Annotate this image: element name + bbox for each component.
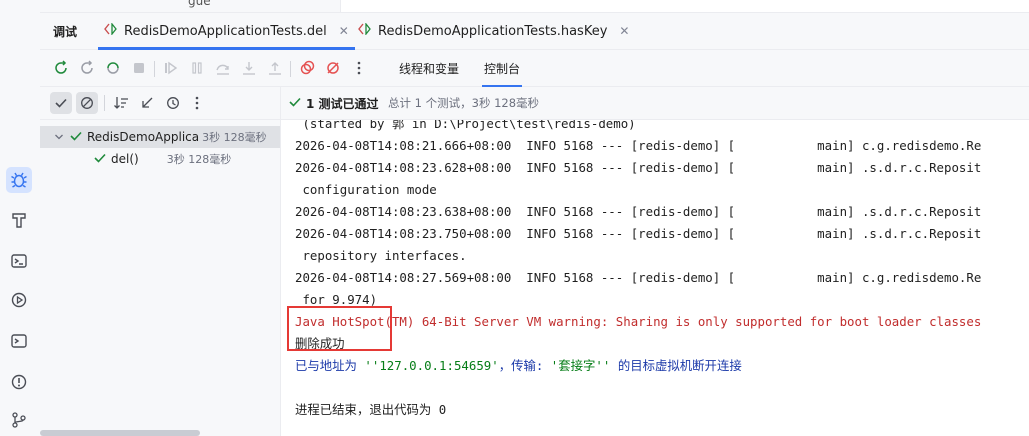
rerun-failed-icon[interactable] (78, 59, 96, 77)
highlight-annotation-box (287, 306, 392, 351)
close-icon[interactable]: ✕ (619, 24, 629, 38)
project-view-sliver: gue (40, 0, 1029, 12)
passed-check-icon (289, 96, 301, 110)
tab-del[interactable]: RedisDemoApplicationTests.del ✕ (98, 13, 355, 50)
git-icon[interactable] (6, 407, 32, 433)
test-summary: 总计 1 个测试，3秒 128毫秒 (388, 96, 540, 110)
test-method-label: del() (111, 152, 139, 166)
project-item-fragment: gue (188, 0, 211, 8)
step-into-icon[interactable] (240, 59, 258, 77)
sort-icon[interactable] (110, 92, 132, 114)
problems-icon[interactable] (6, 369, 32, 395)
passed-check-icon (70, 130, 82, 144)
test-results-tree: RedisDemoApplica 3秒 128毫秒 del() 3秒 128毫秒 (40, 87, 281, 436)
stop-icon[interactable] (130, 59, 148, 77)
separator (104, 95, 105, 111)
separator (154, 61, 155, 77)
console-line: (started by 郭 in D:\Project\test\redis-d… (295, 120, 636, 131)
test-class-label: RedisDemoApplica (87, 130, 200, 144)
services-icon[interactable] (6, 287, 32, 313)
console-line: 2026-04-08T14:08:21.666+08:00 INFO 5168 … (295, 138, 982, 153)
tab-threads-variables[interactable]: 线程和变量 (399, 60, 459, 77)
mute-breakpoints-icon[interactable] (324, 59, 342, 77)
disconnect-suffix: 的目标虚拟机断开连接 (610, 358, 742, 373)
test-status-text: 1 测试已通过 (306, 97, 379, 111)
more-options-icon[interactable] (350, 59, 368, 77)
debug-icon[interactable] (6, 167, 32, 193)
console-line: 2026-04-08T14:08:23.628+08:00 INFO 5168 … (295, 160, 982, 175)
tree-toolbar (40, 87, 280, 120)
step-out-icon[interactable] (266, 59, 284, 77)
junit-icon (358, 22, 372, 39)
debug-tab-bar: 调试 RedisDemoApplicationTests.del ✕ Redis… (40, 13, 1029, 50)
test-history-icon[interactable] (162, 92, 184, 114)
console-line: repository interfaces. (295, 248, 467, 263)
console-warning-line: Java HotSpot(TM) 64-Bit Server VM warnin… (295, 314, 982, 329)
disconnect-mid: ，传输: (498, 358, 551, 373)
debug-toolbar: 线程和变量 控制台 (40, 50, 1029, 87)
chevron-down-icon[interactable] (54, 130, 64, 144)
console-line: configuration mode (295, 182, 437, 197)
pause-icon[interactable] (188, 59, 206, 77)
tab-console[interactable]: 控制台 (481, 60, 523, 87)
junit-icon (104, 22, 118, 39)
test-status-bar: 1 测试已通过 总计 1 个测试，3秒 128毫秒 (281, 87, 1029, 120)
terminal-icon[interactable] (6, 328, 32, 354)
close-icon[interactable]: ✕ (339, 24, 349, 38)
more-options-icon[interactable] (186, 92, 208, 114)
console-line: 2026-04-08T14:08:23.750+08:00 INFO 5168 … (295, 226, 982, 241)
separator (290, 61, 291, 77)
test-duration: 3秒 128毫秒 (202, 131, 267, 144)
test-duration: 3秒 128毫秒 (166, 153, 232, 166)
show-passed-icon[interactable] (50, 92, 72, 114)
debug-title: 调试 (53, 25, 78, 39)
console-line: 2026-04-08T14:08:23.638+08:00 INFO 5168 … (295, 204, 982, 219)
disconnect-address: ''127.0.0.1:54659' (364, 358, 499, 373)
hot-swap-icon[interactable] (104, 59, 122, 77)
tool-window-strip (0, 0, 41, 436)
view-breakpoints-icon[interactable] (298, 59, 316, 77)
console-disconnect-line: 已与地址为 ''127.0.0.1:54659'，传输: '套接字'' 的目标虚… (295, 355, 742, 377)
disconnect-prefix: 已与地址为 (295, 358, 365, 373)
tab-label: RedisDemoApplicationTests.hasKey (378, 23, 608, 39)
tree-horizontal-scrollbar[interactable] (40, 430, 200, 436)
console-output[interactable]: (started by 郭 in D:\Project\test\redis-d… (281, 120, 1029, 436)
tab-haskey[interactable]: RedisDemoApplicationTests.hasKey ✕ (352, 13, 635, 49)
console-line: 2026-04-08T14:08:27.569+08:00 INFO 5168 … (295, 270, 982, 285)
resume-icon[interactable] (162, 59, 180, 77)
step-over-icon[interactable] (214, 59, 232, 77)
tab-label: RedisDemoApplicationTests.del (124, 23, 327, 39)
passed-check-icon (94, 152, 106, 166)
terminal-list-icon[interactable] (6, 248, 32, 274)
debug-tool-window: 调试 RedisDemoApplicationTests.del ✕ Redis… (40, 12, 1029, 436)
console-line: 进程已结束，退出代码为 0 (295, 402, 447, 417)
test-tree-item-method[interactable]: del() 3秒 128毫秒 (40, 148, 280, 170)
disconnect-transport: '套接字'' (550, 358, 611, 373)
collapse-all-icon[interactable] (136, 92, 158, 114)
show-ignored-icon[interactable] (76, 92, 98, 114)
build-hammer-icon[interactable] (6, 207, 32, 233)
rerun-icon[interactable] (52, 59, 70, 77)
test-tree-item-class[interactable]: RedisDemoApplica 3秒 128毫秒 (40, 126, 280, 148)
